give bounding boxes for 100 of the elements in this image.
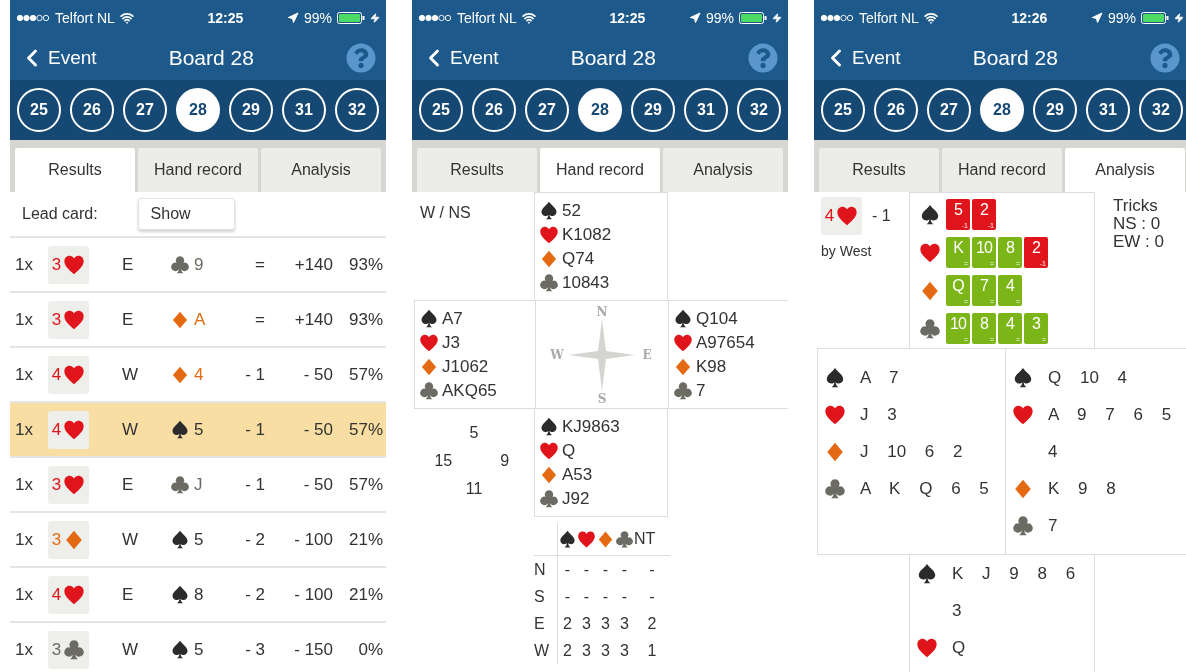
club-icon — [615, 529, 634, 549]
result-cell-text: = — [254, 254, 265, 275]
tricks-value: 3 — [581, 613, 592, 634]
tab[interactable]: Results — [15, 148, 135, 192]
hcp-west: 15 — [434, 452, 453, 470]
card-rank: 4 — [1006, 314, 1014, 334]
tab[interactable]: Results — [819, 148, 939, 192]
board-number-button[interactable]: 28 — [980, 88, 1024, 132]
wifi-icon — [119, 11, 134, 25]
heart-icon — [539, 440, 559, 461]
board-number-button[interactable]: 29 — [1033, 88, 1077, 132]
help-icon[interactable] — [346, 43, 376, 73]
board-number-button[interactable]: 25 — [821, 88, 865, 132]
tab[interactable]: Hand record — [942, 148, 1062, 192]
lead-card-cell: 5 — [194, 639, 204, 660]
status-time: 12:26 — [1010, 10, 1049, 26]
contract-level: 3 — [51, 639, 62, 660]
hcp-north: 5 — [469, 424, 479, 442]
board-number-button[interactable]: 25 — [17, 88, 61, 132]
lead-card-cell: A — [194, 309, 206, 330]
location-arrow-icon — [688, 12, 701, 24]
board-title: Board 28 — [569, 46, 657, 70]
board-number-button[interactable]: 29 — [229, 88, 273, 132]
signal-dots-icon — [16, 14, 50, 22]
tab[interactable]: Analysis — [1065, 148, 1185, 192]
compass-west-label: W — [550, 347, 564, 362]
tricks-value: - — [620, 586, 629, 607]
board-number-button[interactable]: 29 — [631, 88, 675, 132]
spade-icon — [539, 200, 559, 221]
count-cell-text: 1x — [15, 639, 34, 660]
board-number-button[interactable]: 26 — [472, 88, 516, 132]
seat-label: N — [534, 556, 558, 583]
heart-icon — [1012, 403, 1034, 426]
percent-cell-text: 21% — [347, 529, 383, 550]
card-rank: Q — [952, 276, 964, 296]
diamond-icon — [170, 309, 190, 330]
diamond-icon — [170, 364, 190, 385]
board-number-button[interactable]: 31 — [1086, 88, 1130, 132]
back-button[interactable]: Event — [822, 44, 901, 72]
hand-cards: Q — [562, 440, 576, 461]
back-button[interactable]: Event — [18, 44, 97, 72]
tricks-value: - — [648, 586, 656, 607]
board-number-button[interactable]: 31 — [282, 88, 326, 132]
heart-icon — [63, 308, 86, 331]
compass-north-label: N — [596, 304, 608, 319]
tab[interactable]: Results — [417, 148, 537, 192]
card-rank: K — [953, 238, 963, 258]
club-icon — [673, 380, 693, 401]
back-button[interactable]: Event — [420, 44, 499, 72]
tricks-value: 1 — [646, 640, 658, 661]
status-time: 12:25 — [206, 10, 245, 26]
board-number-button[interactable]: 27 — [123, 88, 167, 132]
score-cell-text: - 50 — [302, 364, 333, 385]
board-number-button[interactable]: 31 — [684, 88, 728, 132]
charging-bolt-icon — [772, 13, 782, 23]
compass-south-label: S — [597, 391, 607, 405]
club-icon — [63, 638, 86, 661]
battery-icon — [739, 12, 767, 24]
board-title: Board 28 — [971, 46, 1059, 70]
board-number-button[interactable]: 26 — [70, 88, 114, 132]
board-number-button[interactable]: 28 — [176, 88, 220, 132]
tab[interactable]: Hand record — [540, 148, 660, 192]
hand-cards: K 9 8 — [1048, 470, 1116, 507]
board-number-button[interactable]: 32 — [1139, 88, 1183, 132]
tricks-title: Tricks — [1113, 197, 1159, 215]
card-rank: 7 — [980, 276, 988, 296]
board-number-button[interactable]: 26 — [874, 88, 918, 132]
hand-cards: J3 — [442, 332, 460, 353]
tab[interactable]: Analysis — [663, 148, 783, 192]
score-cell-text: - 100 — [293, 529, 333, 550]
show-button[interactable]: Show — [137, 198, 235, 230]
hand-cards: AKQ65 — [442, 380, 497, 401]
board-number-button[interactable]: 28 — [578, 88, 622, 132]
club-icon — [170, 474, 190, 495]
charging-bolt-icon — [370, 13, 380, 23]
card-rank: 3 — [1032, 314, 1040, 334]
lead-card-cell: 4 — [194, 364, 204, 385]
percent-cell-text: 93% — [347, 254, 383, 275]
tab[interactable]: Hand record — [138, 148, 258, 192]
tab[interactable]: Analysis — [261, 148, 381, 192]
board-number-button[interactable]: 25 — [419, 88, 463, 132]
help-icon[interactable] — [748, 43, 778, 73]
result-row[interactable]: 1x 4 W 5 - 1 - 50 57% — [10, 401, 386, 456]
help-icon[interactable] — [1150, 43, 1180, 73]
declarer-cell-text: W — [122, 364, 140, 385]
board-number-button[interactable]: 32 — [737, 88, 781, 132]
heart-icon — [539, 224, 559, 245]
board-number-button[interactable]: 27 — [525, 88, 569, 132]
declarer-cell-text: W — [122, 419, 140, 440]
card-rank: 5 — [954, 200, 962, 220]
board-number-button[interactable]: 27 — [927, 88, 971, 132]
club-icon — [170, 254, 190, 275]
count-cell-text: 1x — [15, 584, 34, 605]
spade-icon — [170, 419, 190, 440]
card-rank: 10 — [950, 314, 966, 334]
wifi-icon — [521, 11, 536, 25]
result-row[interactable]: 1x 3 W 5 - 3 - 150 0% — [10, 621, 386, 672]
board-number-button[interactable]: 32 — [335, 88, 379, 132]
spade-icon — [1012, 366, 1034, 389]
spade-icon — [419, 308, 439, 329]
